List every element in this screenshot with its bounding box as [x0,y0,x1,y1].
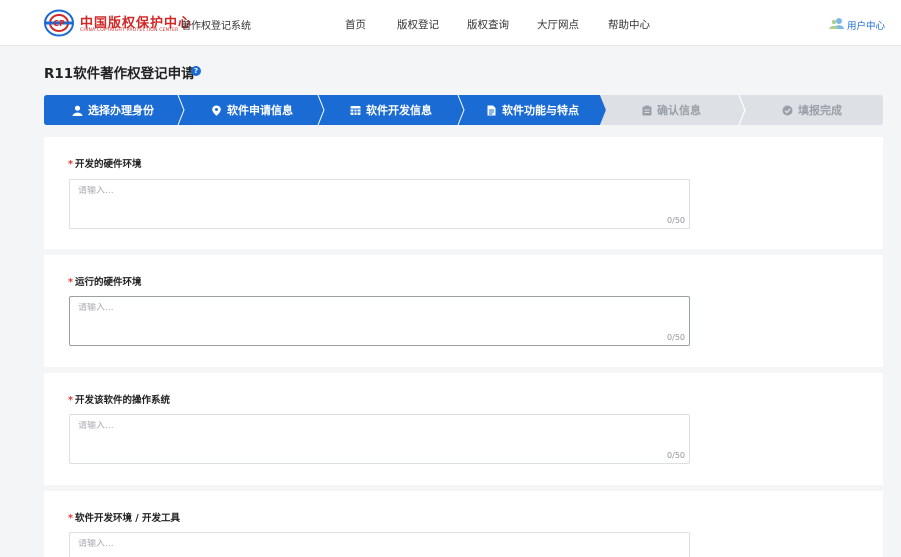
step-label-text: 选择办理身份 [88,104,154,117]
check-circle-icon [782,105,793,115]
svg-text:CP: CP [53,19,65,28]
copyright-center-logo-icon[interactable]: CP [44,9,74,37]
step-label-text: 软件功能与特点 [502,104,579,117]
step-software-application-info[interactable]: 软件申请信息 [211,102,293,118]
char-counter: 0/50 [667,333,685,342]
top-header: CP 中国版权保护中心 CHINA COPYRIGHT PROTECTION C… [0,0,901,46]
field-label-os: * 开发该软件的操作系统 [68,395,170,406]
field-label-run-hardware: * 运行的硬件环境 [68,277,142,288]
required-marker: * [68,159,73,170]
field-label-dev-hardware: * 开发的硬件环境 [68,159,142,170]
grid-icon [350,105,361,115]
logo-text-en: CHINA COPYRIGHT PROTECTION CENTER [80,28,179,33]
form-card-dev-hardware: *开发的硬件环境 0/50 [44,137,883,249]
run-hardware-input[interactable] [78,303,638,313]
step-software-features[interactable]: 软件功能与特点 [486,102,579,118]
step-software-development-info[interactable]: 软件开发信息 [350,102,432,118]
progress-steps: 选择办理身份 软件申请信息 软件开发信息 软件功能与特点 确认信息 填报完成 [44,95,883,125]
step-label-text: 软件开发信息 [366,104,432,117]
dev-environment-textarea[interactable] [69,532,690,557]
step-complete: 填报完成 [782,102,842,118]
required-marker: * [68,513,73,524]
document-icon [487,105,496,115]
nav-copyright-registration[interactable]: 版权登记 [397,17,439,32]
step-label-text: 填报完成 [798,104,842,117]
step-choose-identity[interactable]: 选择办理身份 [72,102,154,118]
os-input[interactable] [78,421,638,431]
char-counter: 0/50 [667,216,685,225]
user-avatar-icon[interactable] [828,17,844,29]
os-textarea[interactable]: 0/50 [69,414,690,464]
char-counter: 0/50 [667,451,685,460]
steps-background [44,95,883,125]
system-name: 著作权登记系统 [181,21,251,32]
form-card-os: *开发该软件的操作系统 0/50 [44,373,883,485]
required-marker: * [68,277,73,288]
dev-hardware-input[interactable] [78,186,638,196]
step-label-text: 软件申请信息 [227,104,293,117]
nav-copyright-query[interactable]: 版权查询 [467,17,509,32]
step-confirm-info: 确认信息 [642,102,701,118]
user-center-link[interactable]: 用户中心 [847,18,885,32]
clipboard-icon [642,105,652,115]
required-marker: * [68,395,73,406]
nav-service-halls[interactable]: 大厅网点 [537,17,579,32]
dev-environment-input[interactable] [78,539,638,549]
nav-home[interactable]: 首页 [345,17,366,32]
form-card-dev-environment: * 软件开发环境 / 开发工具 [44,491,883,557]
form-card-run-hardware: *运行的硬件环境 0/50 [44,255,883,367]
help-icon[interactable]: ? [191,66,201,76]
run-hardware-textarea[interactable]: 0/50 [69,296,690,346]
dev-hardware-textarea[interactable]: 0/50 [69,179,690,229]
nav-help-center[interactable]: 帮助中心 [608,17,650,32]
user-icon [72,105,83,116]
step-label-text: 确认信息 [657,104,701,117]
field-label-dev-environment: * 软件开发环境 / 开发工具 [68,513,181,524]
page-title: R11软件著作权登记申请 [44,66,195,82]
location-pin-icon [212,105,221,116]
